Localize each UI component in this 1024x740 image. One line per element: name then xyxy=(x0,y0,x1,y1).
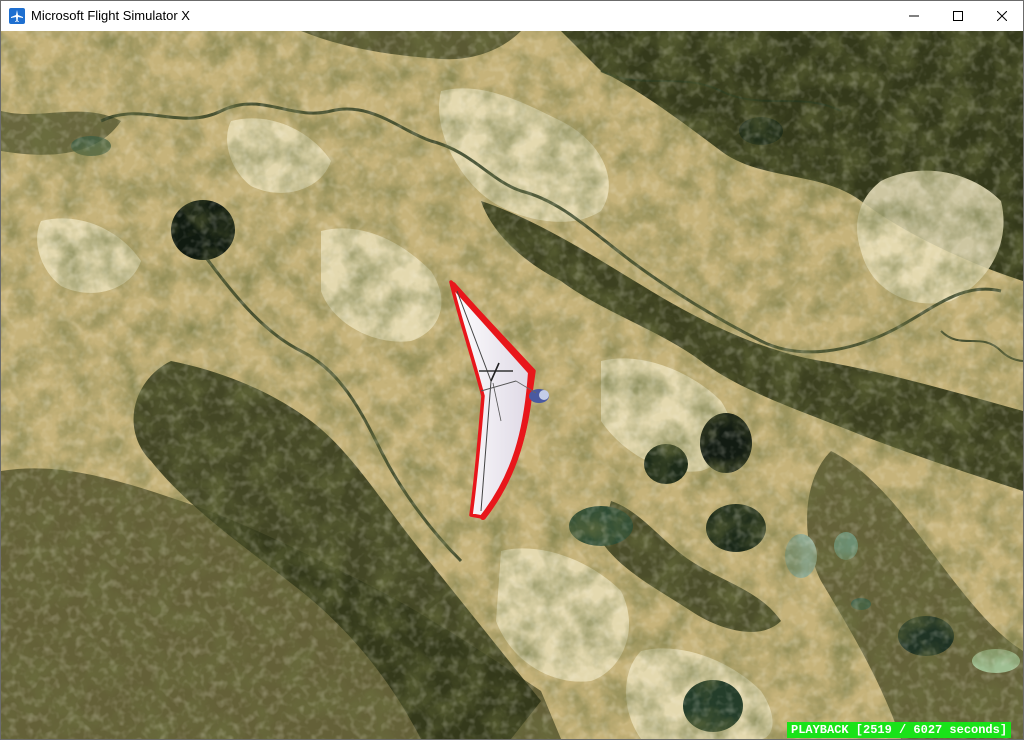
playback-status: PLAYBACK [2519 / 6027 seconds] xyxy=(787,722,1012,738)
terrain-scene xyxy=(1,31,1023,739)
minimize-button[interactable] xyxy=(891,1,937,31)
app-window: Microsoft Flight Simulator X PLAYBACK [2… xyxy=(0,0,1024,740)
close-button[interactable] xyxy=(979,1,1023,31)
window-title: Microsoft Flight Simulator X xyxy=(31,8,190,23)
simulator-viewport[interactable]: PLAYBACK [2519 / 6027 seconds] xyxy=(1,31,1023,739)
maximize-button[interactable] xyxy=(935,1,981,31)
title-bar[interactable]: Microsoft Flight Simulator X xyxy=(1,1,1023,31)
airplane-icon xyxy=(9,8,25,24)
maximize-icon xyxy=(953,11,963,21)
minimize-icon xyxy=(909,11,919,21)
close-icon xyxy=(997,11,1007,21)
